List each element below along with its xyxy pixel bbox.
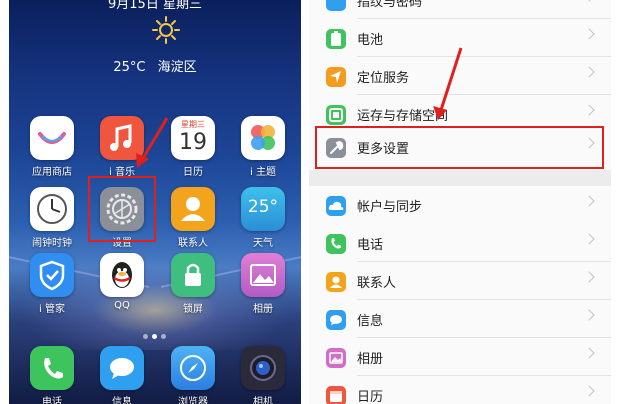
settings-screen: 指纹与密码 电池 定位服务 运存与存储空间 更多设置 帐户与同步 电话 联系人 …: [309, 0, 611, 404]
home-screen: 9月15日 星期三 25°C 海淀区 应用商店 i 音乐 星期三 19 日历 i…: [9, 0, 301, 404]
red-arrow-icon: [136, 117, 169, 168]
red-arrow-icon: [433, 47, 463, 120]
